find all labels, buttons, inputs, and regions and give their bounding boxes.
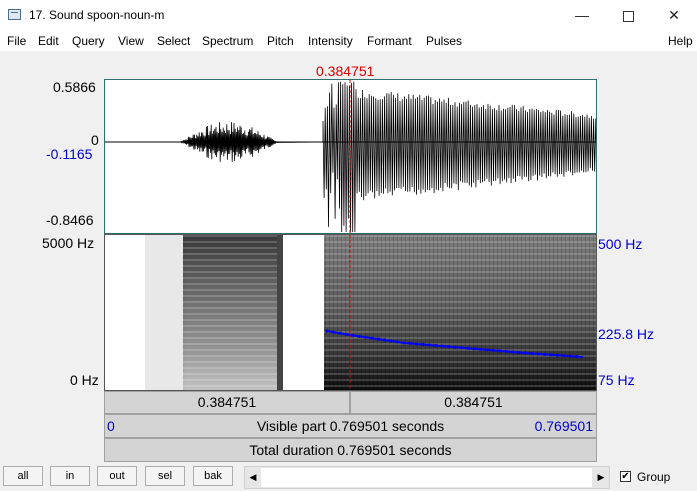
pitch-point bbox=[395, 340, 399, 344]
pitch-point bbox=[363, 335, 367, 339]
pitch-point bbox=[549, 353, 553, 357]
menu-pulses[interactable]: Pulses bbox=[426, 34, 462, 48]
menu-formant[interactable]: Formant bbox=[367, 34, 412, 48]
spectrogram-panel[interactable] bbox=[104, 234, 597, 391]
window-title: 17. Sound spoon-noun-m bbox=[29, 8, 165, 22]
pitch-point bbox=[459, 346, 463, 350]
menu-help[interactable]: Help bbox=[668, 34, 693, 48]
pitch-point bbox=[434, 344, 438, 348]
scrollbar-thumb[interactable] bbox=[261, 468, 592, 487]
menu-bar: File Edit Query View Select Spectrum Pit… bbox=[0, 31, 697, 51]
pitch-point bbox=[344, 332, 348, 336]
menu-view[interactable]: View bbox=[118, 34, 144, 48]
pitch-point bbox=[331, 330, 335, 334]
pitch-point bbox=[383, 338, 387, 342]
pitch-point bbox=[325, 329, 329, 333]
pitch-point bbox=[447, 345, 451, 349]
menu-edit[interactable]: Edit bbox=[38, 34, 59, 48]
waveform-plot bbox=[105, 80, 596, 233]
menu-select[interactable]: Select bbox=[157, 34, 190, 48]
waveform-ymin-label: -0.8466 bbox=[46, 212, 94, 228]
bak-button[interactable]: bak bbox=[193, 466, 233, 486]
scroll-left-icon[interactable]: ◀ bbox=[245, 467, 261, 488]
pitch-top-label: 500 Hz bbox=[598, 236, 643, 252]
pitch-point bbox=[408, 341, 412, 345]
menu-file[interactable]: File bbox=[7, 34, 26, 48]
pitch-point bbox=[491, 348, 495, 352]
menu-pitch[interactable]: Pitch bbox=[267, 34, 294, 48]
pitch-point bbox=[421, 342, 425, 347]
spectrogram-burst bbox=[277, 235, 283, 390]
waveform-panel[interactable] bbox=[104, 79, 597, 234]
pitch-point bbox=[427, 343, 431, 347]
pitch-point bbox=[568, 354, 572, 358]
time-segment-left[interactable]: 0.384751 bbox=[104, 391, 350, 414]
pitch-cursor-value: 225.8 Hz bbox=[598, 326, 655, 342]
pitch-point bbox=[389, 339, 393, 343]
cursor-time-label: 0.384751 bbox=[316, 63, 375, 79]
pitch-point bbox=[357, 334, 361, 338]
spectrogram-fmin-label: 0 Hz bbox=[70, 372, 99, 388]
spectrogram-fricative-texture bbox=[183, 235, 281, 390]
horizontal-scrollbar[interactable]: ◀ ▶ bbox=[244, 466, 610, 489]
group-label: Group bbox=[637, 470, 671, 484]
total-duration-bar[interactable]: Total duration 0.769501 seconds bbox=[104, 438, 597, 462]
pitch-point bbox=[370, 336, 374, 340]
pitch-point bbox=[415, 342, 419, 346]
maximize-icon bbox=[622, 10, 634, 22]
out-button[interactable]: out bbox=[97, 466, 137, 486]
spectrogram-plot bbox=[105, 235, 596, 390]
in-button[interactable]: in bbox=[50, 466, 90, 486]
group-checkbox[interactable]: ✔ bbox=[620, 471, 631, 482]
pitch-point bbox=[485, 348, 489, 352]
pitch-point bbox=[543, 352, 547, 356]
pitch-point bbox=[511, 350, 515, 354]
pitch-point bbox=[530, 351, 534, 356]
pitch-point bbox=[575, 355, 579, 359]
pitch-point bbox=[517, 350, 521, 355]
pitch-point bbox=[338, 331, 342, 335]
menu-query[interactable]: Query bbox=[72, 34, 105, 48]
spectrogram-faint-region bbox=[145, 235, 185, 390]
pitch-point bbox=[479, 347, 483, 351]
close-button[interactable]: ✕ bbox=[651, 0, 697, 31]
scroll-right-icon[interactable]: ▶ bbox=[593, 467, 609, 488]
pitch-point bbox=[472, 347, 476, 351]
pitch-point bbox=[376, 337, 380, 341]
spectrogram-vowel-striations bbox=[324, 235, 596, 390]
waveform-ymax-label: 0.5866 bbox=[53, 79, 96, 95]
spectrogram-fmax-label: 5000 Hz bbox=[42, 235, 95, 251]
visible-end: 0.769501 bbox=[534, 418, 593, 434]
pitch-point bbox=[523, 351, 527, 355]
title-bar: 17. Sound spoon-noun-m — ✕ bbox=[0, 0, 697, 31]
waveform-cursor-value: -0.1165 bbox=[46, 146, 93, 162]
pitch-point bbox=[440, 344, 444, 348]
minimize-button[interactable]: — bbox=[559, 0, 605, 31]
pitch-point bbox=[466, 346, 470, 350]
sel-button[interactable]: sel bbox=[145, 466, 185, 486]
maximize-button[interactable] bbox=[605, 0, 651, 31]
pitch-point bbox=[536, 352, 540, 356]
pitch-point bbox=[562, 354, 566, 358]
pitch-point bbox=[402, 341, 406, 345]
pitch-point bbox=[453, 345, 457, 349]
pitch-point bbox=[498, 349, 502, 353]
menu-intensity[interactable]: Intensity bbox=[308, 34, 353, 48]
pitch-point bbox=[351, 333, 355, 337]
all-button[interactable]: all bbox=[3, 466, 43, 486]
pitch-bottom-label: 75 Hz bbox=[598, 372, 635, 388]
pitch-point bbox=[555, 353, 559, 357]
visible-part-bar[interactable]: 0 Visible part 0.769501 seconds 0.769501 bbox=[104, 414, 597, 438]
menu-spectrum[interactable]: Spectrum bbox=[202, 34, 253, 48]
time-segment-right[interactable]: 0.384751 bbox=[350, 391, 597, 414]
app-icon bbox=[8, 9, 21, 20]
visible-part-label: Visible part 0.769501 seconds bbox=[256, 418, 445, 434]
pitch-point bbox=[504, 349, 508, 353]
